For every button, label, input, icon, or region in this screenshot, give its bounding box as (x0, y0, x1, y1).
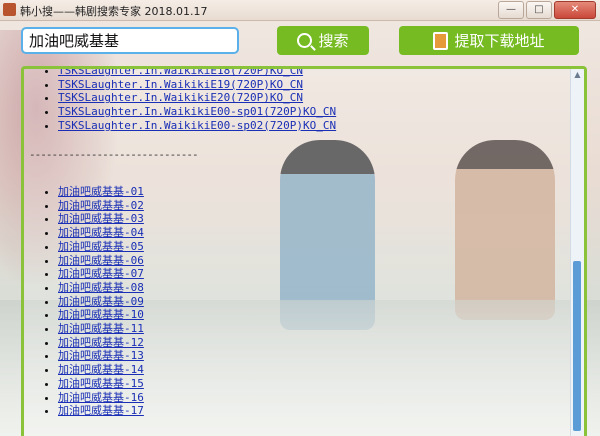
list-item: 加油吧威基基-17 (58, 404, 144, 418)
result-link[interactable]: TSKSLaughter.In.WaikikiE19(720P)KO_CN (58, 78, 303, 91)
result-link[interactable]: TSKSLaughter.In.WaikikiE20(720P)KO_CN (58, 91, 303, 104)
search-button-label: 搜索 (318, 32, 349, 50)
vertical-scrollbar[interactable]: ▲ (570, 69, 584, 436)
list-item: 加油吧威基基-05 (58, 240, 144, 254)
app-icon (3, 3, 16, 16)
search-input[interactable] (21, 27, 239, 54)
list-item: 加油吧威基基-13 (58, 349, 144, 363)
result-link[interactable]: 加油吧威基基-15 (58, 377, 144, 390)
result-link[interactable]: TSKSLaughter.In.WaikikiE00-sp01(720P)KO_… (58, 105, 336, 118)
list-item: 加油吧威基基-09 (58, 295, 144, 309)
result-link[interactable]: 加油吧威基基-13 (58, 349, 144, 362)
list-item: 加油吧威基基-14 (58, 363, 144, 377)
search-icon (297, 33, 313, 48)
list-item: 加油吧威基基-06 (58, 254, 144, 268)
minimize-button[interactable]: — (498, 1, 524, 19)
list-item: TSKSLaughter.In.WaikikiE00-sp01(720P)KO_… (58, 105, 336, 119)
list-item: 加油吧威基基-11 (58, 322, 144, 336)
list-item: 加油吧威基基-16 (58, 391, 144, 405)
result-link[interactable]: 加油吧威基基-11 (58, 322, 144, 335)
result-link[interactable]: 加油吧威基基-12 (58, 336, 144, 349)
clipboard-icon (433, 31, 449, 50)
list-item: TSKSLaughter.In.WaikikiE19(720P)KO_CN (58, 78, 336, 92)
result-link[interactable]: 加油吧威基基-07 (58, 267, 144, 280)
list-item: TSKSLaughter.In.WaikikiE20(720P)KO_CN (58, 91, 336, 105)
release-link-list: TSKSLaughter.In.WaikikiE18(720P)KO_CNTSK… (24, 69, 336, 133)
window-title: 韩小搜——韩剧搜索专家 2018.01.17 (20, 5, 208, 18)
list-item: 加油吧威基基-07 (58, 267, 144, 281)
extract-button-label: 提取下载地址 (454, 32, 545, 50)
result-link[interactable]: 加油吧威基基-03 (58, 212, 144, 225)
result-link[interactable]: 加油吧威基基-16 (58, 391, 144, 404)
list-item: TSKSLaughter.In.WaikikiE18(720P)KO_CN (58, 69, 336, 78)
results-panel: TSKSLaughter.In.WaikikiE18(720P)KO_CNTSK… (21, 66, 587, 436)
scrollbar-thumb[interactable] (573, 261, 581, 431)
result-link[interactable]: 加油吧威基基-09 (58, 295, 144, 308)
list-item: 加油吧威基基-08 (58, 281, 144, 295)
extract-download-links-button[interactable]: 提取下载地址 (399, 26, 579, 55)
results-content[interactable]: TSKSLaughter.In.WaikikiE18(720P)KO_CNTSK… (24, 69, 568, 436)
results-divider: ------------------------------ (29, 148, 199, 161)
list-item: 加油吧威基基-12 (58, 336, 144, 350)
list-item: 加油吧威基基-02 (58, 199, 144, 213)
episode-link-list: 加油吧威基基-01加油吧威基基-02加油吧威基基-03加油吧威基基-04加油吧威… (24, 185, 144, 418)
title-bar[interactable]: 韩小搜——韩剧搜索专家 2018.01.17 — □ ✕ (0, 0, 600, 21)
scroll-up-icon[interactable]: ▲ (571, 69, 584, 81)
result-link[interactable]: 加油吧威基基-02 (58, 199, 144, 212)
result-link[interactable]: 加油吧威基基-08 (58, 281, 144, 294)
result-link[interactable]: TSKSLaughter.In.WaikikiE18(720P)KO_CN (58, 69, 303, 77)
close-button[interactable]: ✕ (554, 1, 596, 19)
list-item: 加油吧威基基-01 (58, 185, 144, 199)
result-link[interactable]: 加油吧威基基-06 (58, 254, 144, 267)
search-button[interactable]: 搜索 (277, 26, 369, 55)
result-link[interactable]: 加油吧威基基-17 (58, 404, 144, 417)
result-link[interactable]: 加油吧威基基-05 (58, 240, 144, 253)
result-link[interactable]: 加油吧威基基-04 (58, 226, 144, 239)
list-item: 加油吧威基基-10 (58, 308, 144, 322)
maximize-button[interactable]: □ (526, 1, 552, 19)
result-link[interactable]: 加油吧威基基-14 (58, 363, 144, 376)
list-item: 加油吧威基基-15 (58, 377, 144, 391)
list-item: 加油吧威基基-04 (58, 226, 144, 240)
list-item: 加油吧威基基-03 (58, 212, 144, 226)
list-item: TSKSLaughter.In.WaikikiE00-sp02(720P)KO_… (58, 119, 336, 133)
result-link[interactable]: TSKSLaughter.In.WaikikiE00-sp02(720P)KO_… (58, 119, 336, 132)
result-link[interactable]: 加油吧威基基-01 (58, 185, 144, 198)
window-controls: — □ ✕ (498, 1, 596, 19)
result-link[interactable]: 加油吧威基基-10 (58, 308, 144, 321)
